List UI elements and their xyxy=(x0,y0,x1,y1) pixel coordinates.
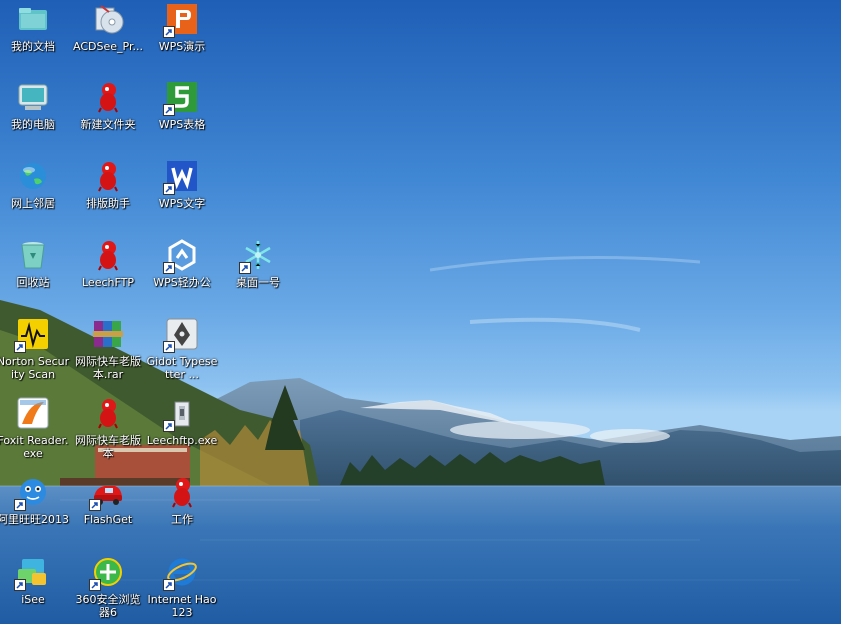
folder-docs-icon xyxy=(16,2,50,36)
icon-label: 回收站 xyxy=(16,276,50,289)
red-mascot-folder-icon xyxy=(91,238,125,272)
desktop-icon-360-browser[interactable]: 360安全浏览器6 xyxy=(71,555,145,624)
icon-label: Internet Hao123 xyxy=(147,593,217,619)
shortcut-arrow-icon xyxy=(89,499,101,511)
icon-label: 工作 xyxy=(171,513,193,526)
icon-label: WPS演示 xyxy=(158,40,206,53)
icon-label: 我的电脑 xyxy=(11,118,55,131)
installer-disc-icon xyxy=(91,2,125,36)
desktop-icon-typesetting-assistant[interactable]: 排版助手 xyxy=(71,159,145,235)
icon-label: 新建文件夹 xyxy=(80,118,136,131)
exe-file-icon xyxy=(163,396,199,432)
shortcut-arrow-icon xyxy=(163,183,175,195)
shortcut-arrow-icon xyxy=(163,341,175,353)
desktop-icon-leechftp-exe[interactable]: Leechftp.exe xyxy=(145,396,219,472)
icon-label: WPS文字 xyxy=(158,197,206,210)
shortcut-arrow-icon xyxy=(14,341,26,353)
shortcut-arrow-icon xyxy=(163,26,175,38)
icon-label: 桌面一号 xyxy=(236,276,280,289)
icon-label: LeechFTP xyxy=(82,276,134,289)
desktop-icon-isee[interactable]: iSee xyxy=(0,555,70,624)
recycle-bin-icon xyxy=(16,238,50,272)
winrar-archive-icon xyxy=(91,317,125,351)
desktop-icon-my-computer[interactable]: 我的电脑 xyxy=(0,80,70,156)
desktop-icon-flashget[interactable]: FlashGet xyxy=(71,475,145,551)
desktop-icon-network[interactable]: 网上邻居 xyxy=(0,159,70,235)
desktop[interactable]: 我的文档 我的电脑 网上邻居 回收站 Norton Security Scan … xyxy=(0,0,841,624)
desktop-icon-my-documents[interactable]: 我的文档 xyxy=(0,2,70,78)
icon-label: 网际快车老版本.rar xyxy=(75,355,141,381)
shortcut-arrow-icon xyxy=(14,579,26,591)
shortcut-arrow-icon xyxy=(14,499,26,511)
desktop-icon-wps-writer[interactable]: WPS文字 xyxy=(145,159,219,235)
isee-icon xyxy=(14,555,50,591)
icon-label: 360安全浏览器6 xyxy=(75,593,141,619)
wps-light-office-icon xyxy=(163,238,199,274)
desktop-icon-new-folder[interactable]: 新建文件夹 xyxy=(71,80,145,156)
icon-label: Gidot Typesetter ... xyxy=(146,355,218,381)
wps-writer-icon xyxy=(163,159,199,195)
shortcut-arrow-icon xyxy=(163,104,175,116)
computer-icon xyxy=(16,80,50,114)
icon-label: ACDSee_Pr... xyxy=(73,40,143,53)
red-mascot-folder-icon xyxy=(165,475,199,509)
icon-label: WPS表格 xyxy=(158,118,206,131)
desktop-icon-internet-hao123[interactable]: Internet Hao123 xyxy=(145,555,219,624)
desktop-icon-leechftp-folder[interactable]: LeechFTP xyxy=(71,238,145,314)
shortcut-arrow-icon xyxy=(163,420,175,432)
360-browser-icon xyxy=(89,555,125,591)
red-mascot-folder-icon xyxy=(91,80,125,114)
red-mascot-folder-icon xyxy=(91,159,125,193)
wps-spreadsheet-icon xyxy=(163,80,199,116)
icon-label: FlashGet xyxy=(83,513,133,526)
desktop-icon-gidot-typesetter[interactable]: Gidot Typesetter ... xyxy=(145,317,219,393)
desktop-icon-wps-light-office[interactable]: WPS轻办公 xyxy=(145,238,219,314)
desktop-icon-recycle-bin[interactable]: 回收站 xyxy=(0,238,70,314)
wps-presentation-icon xyxy=(163,2,199,38)
icon-label: iSee xyxy=(21,593,45,606)
pen-nib-icon xyxy=(163,317,199,353)
icon-label: Norton Security Scan xyxy=(0,355,70,381)
snowflake-icon xyxy=(239,238,275,274)
desktop-icon-wps-presentation[interactable]: WPS演示 xyxy=(145,2,219,78)
icon-label: 我的文档 xyxy=(11,40,55,53)
shortcut-arrow-icon xyxy=(239,262,251,274)
desktop-icon-acdsee[interactable]: ACDSee_Pr... xyxy=(71,2,145,78)
shortcut-arrow-icon xyxy=(163,579,175,591)
icon-label: 网上邻居 xyxy=(11,197,55,210)
internet-explorer-icon xyxy=(163,555,199,591)
icon-label: Leechftp.exe xyxy=(146,434,218,447)
desktop-icon-desktop-no1[interactable]: 桌面一号 xyxy=(221,238,295,314)
norton-scan-icon xyxy=(14,317,50,353)
red-mascot-folder-icon xyxy=(91,396,125,430)
flashget-car-icon xyxy=(89,475,125,511)
aliwangwang-icon xyxy=(14,475,50,511)
desktop-icon-wps-spreadsheet[interactable]: WPS表格 xyxy=(145,80,219,156)
desktop-icon-flashget-old-rar[interactable]: 网际快车老版本.rar xyxy=(71,317,145,393)
desktop-icon-work[interactable]: 工作 xyxy=(145,475,219,551)
desktop-icon-flashget-old[interactable]: 网际快车老版本 xyxy=(71,396,145,472)
icon-label: 阿里旺旺2013 xyxy=(0,513,69,526)
icon-label: 网际快车老版本 xyxy=(75,434,141,460)
desktop-icon-aliwangwang[interactable]: 阿里旺旺2013 xyxy=(0,475,70,551)
shortcut-arrow-icon xyxy=(89,579,101,591)
network-globe-icon xyxy=(16,159,50,193)
shortcut-arrow-icon xyxy=(163,262,175,274)
desktop-icon-norton[interactable]: Norton Security Scan xyxy=(0,317,70,393)
icon-label: WPS轻办公 xyxy=(153,276,211,289)
icon-label: Foxit Reader.exe xyxy=(0,434,69,460)
icon-label: 排版助手 xyxy=(86,197,130,210)
foxit-reader-icon xyxy=(16,396,50,430)
desktop-icon-foxit[interactable]: Foxit Reader.exe xyxy=(0,396,70,472)
